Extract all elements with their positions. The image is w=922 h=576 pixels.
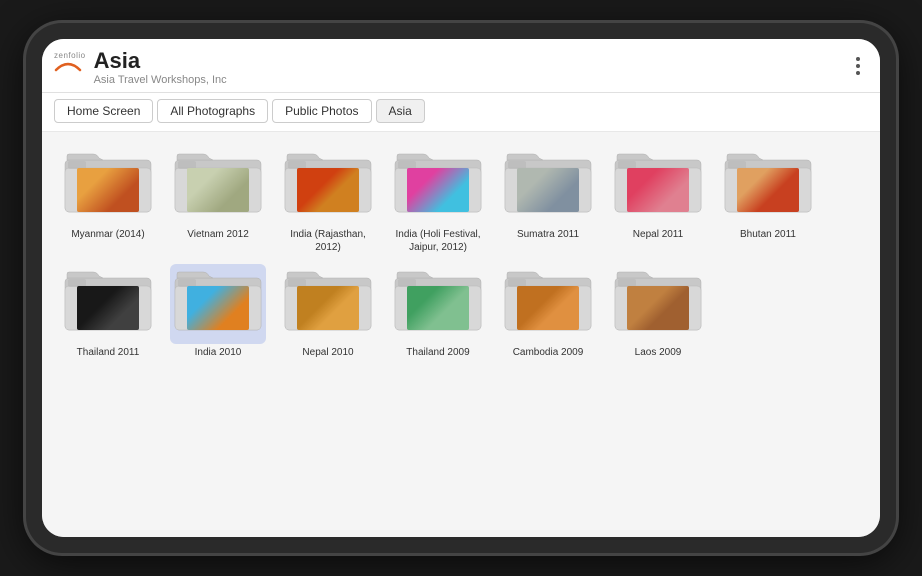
folder-label-nepal2010: Nepal 2010: [302, 346, 353, 359]
folder-item-india-raj[interactable]: India (Rajasthan, 2012): [278, 146, 378, 254]
folder-label-india-holi: India (Holi Festival, Jaipur, 2012): [388, 228, 488, 254]
folder-item-vietnam[interactable]: Vietnam 2012: [168, 146, 268, 254]
header-titles: Asia Asia Travel Workshops, Inc: [94, 49, 227, 86]
folder-icon-sumatra: [500, 146, 596, 226]
folder-item-thailand2009[interactable]: Thailand 2009: [388, 264, 488, 359]
folder-item-laos[interactable]: Laos 2009: [608, 264, 708, 359]
page-title: Asia: [94, 49, 227, 73]
folder-icon-nepal2011: [610, 146, 706, 226]
header: zenfolio Asia Asia Travel Workshops, Inc: [42, 39, 880, 93]
folder-label-nepal2011: Nepal 2011: [633, 228, 683, 241]
tab-home-screen[interactable]: Home Screen: [54, 99, 153, 123]
tab-all-photographs[interactable]: All Photographs: [157, 99, 268, 123]
folder-item-myanmar[interactable]: Myanmar (2014): [58, 146, 158, 254]
folder-thumbnail-nepal2010: [297, 286, 359, 330]
folder-icon-laos: [610, 264, 706, 344]
folder-item-india2010[interactable]: India 2010: [168, 264, 268, 359]
tab-public-photos[interactable]: Public Photos: [272, 99, 371, 123]
folder-icon-india2010: [170, 264, 266, 344]
folder-thumbnail-india2010: [187, 286, 249, 330]
header-left: zenfolio Asia Asia Travel Workshops, Inc: [54, 49, 227, 86]
folder-item-cambodia[interactable]: Cambodia 2009: [498, 264, 598, 359]
folder-icon-india-holi: [390, 146, 486, 226]
folder-item-sumatra[interactable]: Sumatra 2011: [498, 146, 598, 254]
folder-thumbnail-sumatra: [517, 168, 579, 212]
logo-text: zenfolio: [54, 51, 86, 60]
folder-item-nepal2010[interactable]: Nepal 2010: [278, 264, 378, 359]
folder-label-india-raj: India (Rajasthan, 2012): [278, 228, 378, 254]
folder-thumbnail-bhutan: [737, 168, 799, 212]
logo-arc-icon: [54, 60, 82, 72]
folder-icon-thailand2011: [60, 264, 156, 344]
zenfolio-logo: zenfolio: [54, 51, 86, 72]
screen: zenfolio Asia Asia Travel Workshops, Inc…: [42, 39, 880, 537]
folder-thumbnail-india-holi: [407, 168, 469, 212]
more-menu-button[interactable]: [852, 53, 864, 79]
folder-thumbnail-myanmar: [77, 168, 139, 212]
folder-label-laos: Laos 2009: [635, 346, 682, 359]
folder-icon-myanmar: [60, 146, 156, 226]
folder-thumbnail-india-raj: [297, 168, 359, 212]
folder-grid: Myanmar (2014) Vietnam 2012 India (Rajas…: [42, 132, 880, 537]
folder-icon-vietnam: [170, 146, 266, 226]
tab-asia[interactable]: Asia: [376, 99, 425, 123]
folder-label-myanmar: Myanmar (2014): [71, 228, 144, 241]
nav-tabs: Home Screen All Photographs Public Photo…: [42, 93, 880, 132]
folder-icon-nepal2010: [280, 264, 376, 344]
folder-item-thailand2011[interactable]: Thailand 2011: [58, 264, 158, 359]
folder-icon-india-raj: [280, 146, 376, 226]
folder-label-cambodia: Cambodia 2009: [513, 346, 584, 359]
more-dot-3: [856, 71, 860, 75]
folder-thumbnail-laos: [627, 286, 689, 330]
page-subtitle: Asia Travel Workshops, Inc: [94, 74, 227, 86]
folder-icon-bhutan: [720, 146, 816, 226]
folder-item-nepal2011[interactable]: Nepal 2011: [608, 146, 708, 254]
folder-icon-thailand2009: [390, 264, 486, 344]
folder-thumbnail-vietnam: [187, 168, 249, 212]
folder-label-bhutan: Bhutan 2011: [740, 228, 796, 241]
more-dot-1: [856, 57, 860, 61]
folder-label-sumatra: Sumatra 2011: [517, 228, 579, 241]
folder-label-india2010: India 2010: [195, 346, 242, 359]
folder-label-thailand2009: Thailand 2009: [406, 346, 469, 359]
folder-thumbnail-nepal2011: [627, 168, 689, 212]
device-frame: zenfolio Asia Asia Travel Workshops, Inc…: [26, 23, 896, 553]
folder-thumbnail-cambodia: [517, 286, 579, 330]
folder-item-india-holi[interactable]: India (Holi Festival, Jaipur, 2012): [388, 146, 488, 254]
folder-label-thailand2011: Thailand 2011: [77, 346, 140, 359]
folder-thumbnail-thailand2011: [77, 286, 139, 330]
folder-label-vietnam: Vietnam 2012: [187, 228, 249, 241]
folder-item-bhutan[interactable]: Bhutan 2011: [718, 146, 818, 254]
more-dot-2: [856, 64, 860, 68]
folder-thumbnail-thailand2009: [407, 286, 469, 330]
folder-icon-cambodia: [500, 264, 596, 344]
